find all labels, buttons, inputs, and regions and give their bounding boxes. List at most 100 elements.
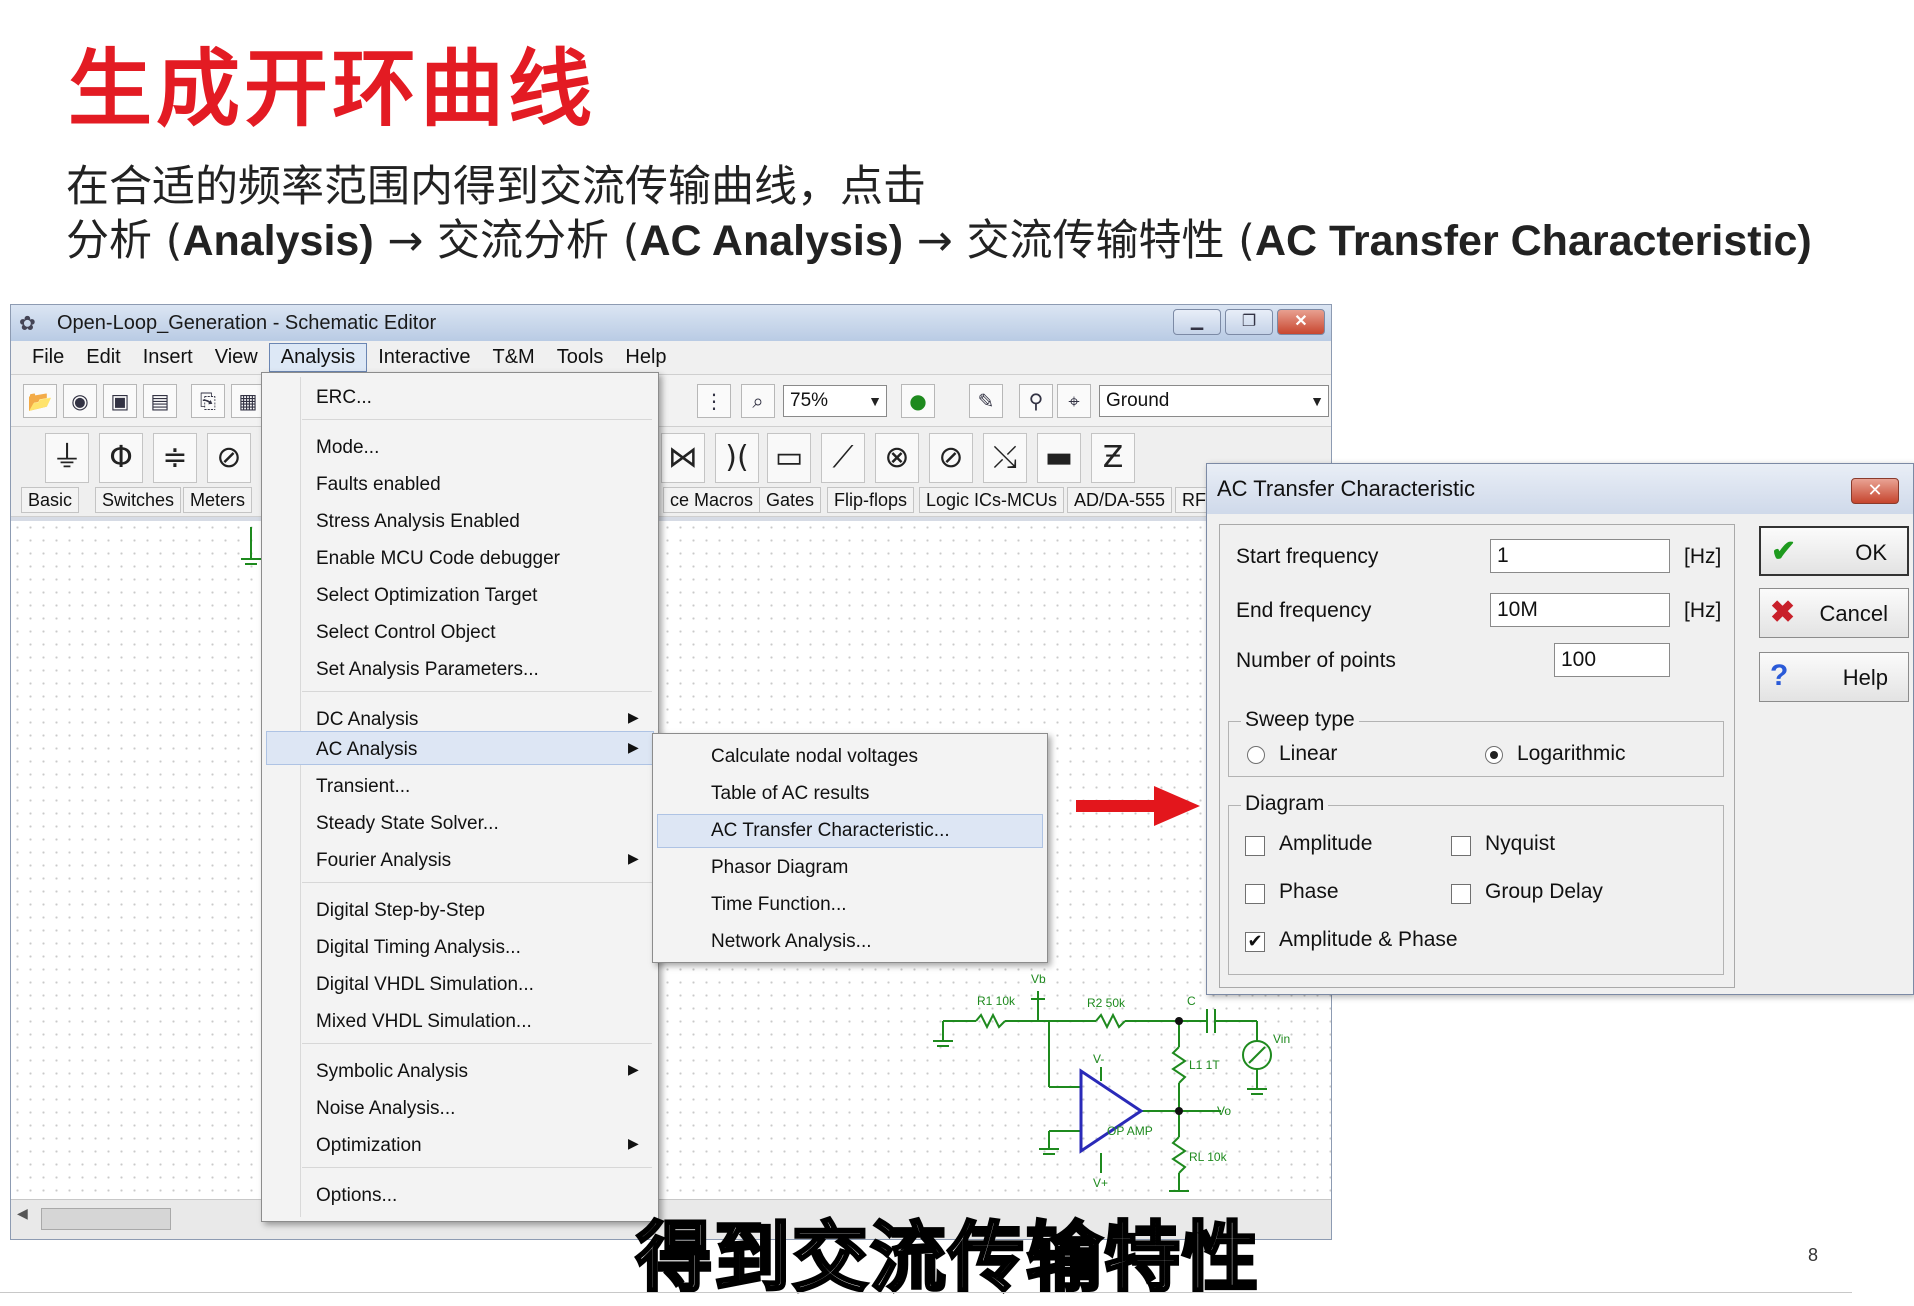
menu-view[interactable]: View (204, 344, 269, 371)
menu-edit[interactable]: Edit (75, 344, 131, 371)
window-title: Open-Loop_Generation - Schematic Editor (57, 311, 437, 334)
logarithmic-label: Logarithmic (1517, 742, 1626, 765)
submenu-item-phasor[interactable]: Phasor Diagram (711, 857, 848, 879)
amplitude-checkbox[interactable] (1245, 836, 1265, 856)
phase-checkbox[interactable] (1245, 884, 1265, 904)
menu-analysis[interactable]: Analysis (268, 343, 368, 372)
close-window-button[interactable]: ✕ (1277, 309, 1325, 335)
zoom-icon[interactable]: ⌕ (741, 384, 775, 418)
submenu-arrow-icon: ▶ (628, 1135, 639, 1151)
dc-source-icon[interactable]: ● (901, 384, 935, 418)
menu-item-ac-analysis[interactable]: AC Analysis ▶ (316, 739, 639, 761)
ground-combo[interactable]: Ground ▼ (1099, 385, 1329, 417)
menu-item-dc-analysis[interactable]: DC Analysis ▶ (316, 709, 639, 731)
ground-component-icon[interactable]: ⏚ (45, 433, 89, 483)
points-input[interactable]: 100 (1554, 643, 1670, 677)
fuse-component-icon[interactable]: ▬ (1037, 433, 1081, 483)
pencil-icon[interactable]: ✎ (969, 384, 1003, 418)
menu-item-optimization-target[interactable]: Select Optimization Target (316, 585, 537, 607)
impedance-component-icon[interactable]: Ƶ (1091, 433, 1135, 483)
resistor-component-icon[interactable]: ▭ (767, 433, 811, 483)
menu-item-options[interactable]: Options... (316, 1185, 397, 1207)
help-button[interactable]: ? Help (1759, 652, 1909, 702)
submenu-item-ac-transfer[interactable]: AC Transfer Characteristic... (711, 820, 950, 842)
menu-item-analysis-params[interactable]: Set Analysis Parameters... (316, 659, 539, 681)
menu-item-stress[interactable]: Stress Analysis Enabled (316, 511, 520, 533)
menu-item-digital-vhdl[interactable]: Digital VHDL Simulation... (316, 974, 534, 996)
paste-icon[interactable]: ▦ (231, 383, 265, 418)
submenu-item-ac-results[interactable]: Table of AC results (711, 783, 869, 805)
tab-meters[interactable]: Meters (183, 487, 253, 513)
pot-component-icon[interactable]: ⤯ (983, 433, 1027, 483)
lamp-component-icon[interactable]: ⊗ (875, 433, 919, 483)
menu-help[interactable]: Help (614, 344, 677, 371)
tab-basic[interactable]: Basic (21, 487, 80, 513)
open-folder-icon[interactable]: 📂 (23, 383, 57, 418)
macro-component-icon[interactable]: ⋈ (661, 433, 705, 483)
scroll-thumb[interactable] (41, 1208, 171, 1230)
start-frequency-input[interactable]: 1 (1490, 539, 1670, 573)
submenu-item-time-function[interactable]: Time Function... (711, 894, 847, 916)
zoom-combo[interactable]: 75% ▼ (783, 385, 887, 417)
group-delay-checkbox[interactable] (1451, 884, 1471, 904)
tab-flip-flops[interactable]: Flip-flops (827, 487, 915, 513)
linear-radio[interactable] (1247, 746, 1265, 764)
menu-item-control-object[interactable]: Select Control Object (316, 622, 496, 644)
menu-item-optimization[interactable]: Optimization ▶ (316, 1135, 639, 1157)
page-number: 8 (1808, 1245, 1819, 1265)
probe-icon[interactable]: ⚲ (1019, 384, 1053, 418)
logarithmic-radio[interactable] (1485, 746, 1503, 764)
menu-item-digital-timing[interactable]: Digital Timing Analysis... (316, 937, 521, 959)
motor-component-icon[interactable]: ⊘ (929, 433, 973, 483)
open-project-icon[interactable]: ▤ (143, 383, 177, 418)
transformer-component-icon[interactable]: )( (715, 433, 759, 483)
save-icon[interactable]: ▣ (103, 383, 137, 418)
tab-gates[interactable]: Gates (759, 487, 822, 513)
dialog-close-button[interactable]: ✕ (1851, 478, 1899, 504)
tag-icon[interactable]: ⌖ (1057, 384, 1091, 418)
submenu-item-network[interactable]: Network Analysis... (711, 931, 872, 953)
end-frequency-input[interactable]: 10M (1490, 593, 1670, 627)
ac-analysis-submenu: Calculate nodal voltages Table of AC res… (652, 733, 1048, 963)
tab-logic-ics[interactable]: Logic ICs-MCUs (919, 487, 1065, 513)
tab-ad-da[interactable]: AD/DA-555 (1067, 487, 1173, 513)
menu-item-fourier[interactable]: Fourier Analysis ▶ (316, 850, 639, 872)
menu-item-symbolic[interactable]: Symbolic Analysis ▶ (316, 1061, 639, 1083)
amplitude-phase-checkbox[interactable]: ✔ (1245, 932, 1265, 952)
menu-item-digital-step[interactable]: Digital Step-by-Step (316, 900, 485, 922)
meter-component-icon[interactable]: ⊘ (207, 433, 251, 483)
web-icon[interactable]: ◉ (63, 383, 97, 418)
tab-switches[interactable]: Switches (95, 487, 182, 513)
source-component-icon[interactable]: Φ (99, 433, 143, 483)
menu-item-mcu-debugger[interactable]: Enable MCU Code debugger (316, 548, 560, 570)
cancel-button[interactable]: ✖ Cancel (1759, 588, 1909, 638)
label-vo: Vo (1217, 1104, 1231, 1118)
switch-component-icon[interactable]: ⟋ (821, 433, 865, 483)
menu-item-transient[interactable]: Transient... (316, 776, 410, 798)
ac-transfer-dialog: AC Transfer Characteristic ✕ Start frequ… (1206, 463, 1914, 995)
ok-button[interactable]: ✔ OK (1759, 526, 1909, 576)
menu-tools[interactable]: Tools (546, 344, 615, 371)
grid-icon[interactable]: ⋮ (697, 384, 731, 418)
nyquist-checkbox[interactable] (1451, 836, 1471, 856)
instruction-line-2: 分析 (Analysis) → 交流分析 (AC Analysis) → 交流传… (66, 216, 1812, 266)
menu-item-faults[interactable]: Faults enabled (316, 474, 441, 496)
tab-macros[interactable]: ce Macros (663, 487, 761, 513)
menu-file[interactable]: File (21, 344, 75, 371)
restore-button[interactable]: ❐ (1225, 309, 1273, 335)
copy-icon[interactable]: ⎘ (191, 383, 225, 418)
menu-item-erc[interactable]: ERC... (316, 387, 372, 409)
battery-component-icon[interactable]: ≑ (153, 433, 197, 483)
menu-insert[interactable]: Insert (132, 344, 204, 371)
menu-item-mode[interactable]: Mode... (316, 437, 379, 459)
minimize-button[interactable]: ▁ (1173, 309, 1221, 335)
menu-item-noise[interactable]: Noise Analysis... (316, 1098, 455, 1120)
menu-tm[interactable]: T&M (481, 344, 545, 371)
submenu-item-nodal-voltages[interactable]: Calculate nodal voltages (711, 746, 918, 768)
window-titlebar: ✿ Open-Loop_Generation - Schematic Edito… (11, 305, 1331, 341)
menu-interactive[interactable]: Interactive (367, 344, 481, 371)
points-label: Number of points (1236, 649, 1396, 672)
menu-item-mixed-vhdl[interactable]: Mixed VHDL Simulation... (316, 1011, 532, 1033)
menu-item-steady-state[interactable]: Steady State Solver... (316, 813, 499, 835)
scroll-left-icon[interactable]: ◀ (17, 1206, 28, 1222)
